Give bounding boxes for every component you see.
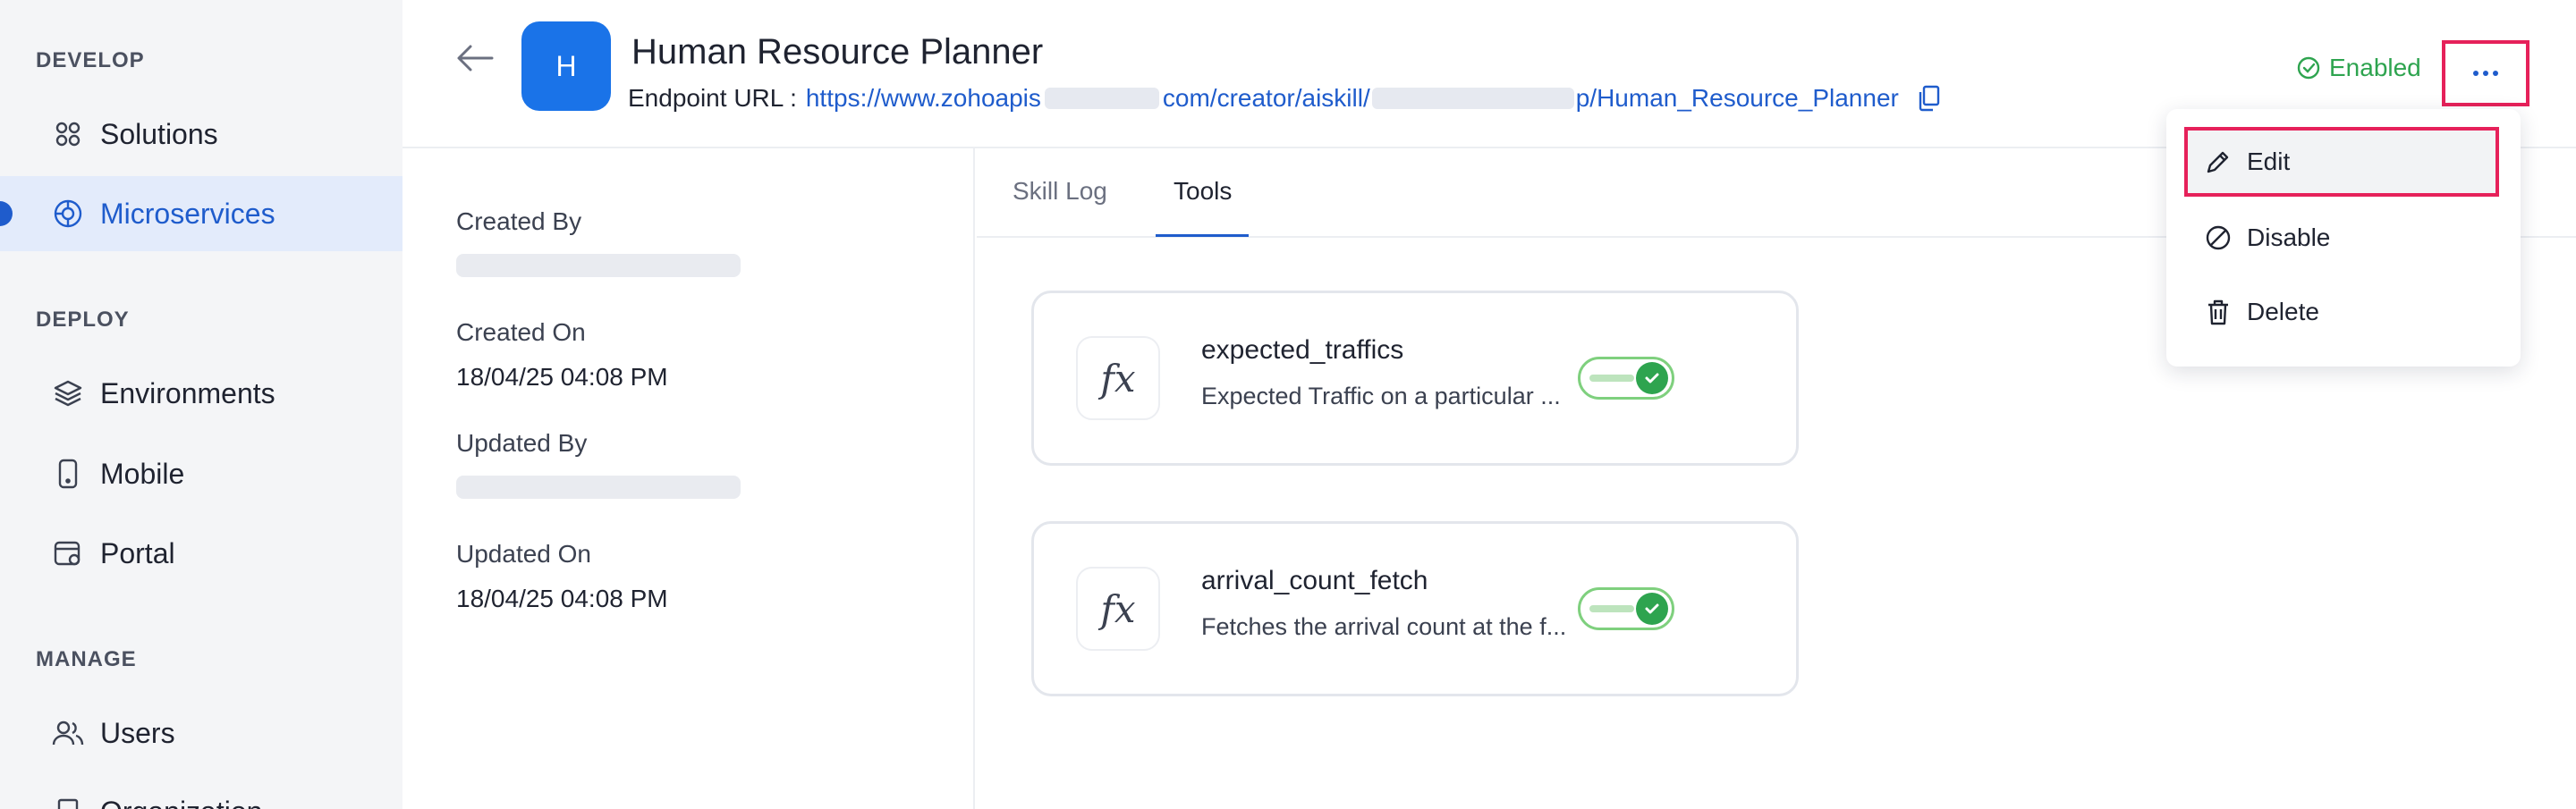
check-circle-icon bbox=[2297, 56, 2320, 80]
back-button[interactable] bbox=[454, 40, 496, 76]
menu-item-disable[interactable]: Disable bbox=[2184, 203, 2499, 273]
menu-item-edit[interactable]: Edit bbox=[2184, 127, 2499, 197]
tool-name: expected_traffics bbox=[1201, 335, 1404, 365]
redacted-segment bbox=[1371, 88, 1574, 109]
redacted-segment bbox=[1044, 88, 1159, 109]
sidebar-item-microservices[interactable]: Microservices bbox=[0, 176, 402, 251]
organization-icon bbox=[52, 796, 84, 809]
menu-item-label: Disable bbox=[2247, 223, 2331, 251]
menu-item-label: Delete bbox=[2247, 298, 2319, 325]
endpoint-url-part2[interactable]: com/creator/aiskill/ bbox=[1163, 84, 1370, 113]
created-on-value: 18/04/25 04:08 PM bbox=[456, 363, 668, 391]
sidebar-item-label: Mobile bbox=[100, 457, 185, 490]
sidebar-item-organization[interactable]: Organization bbox=[0, 774, 402, 809]
tool-enabled-toggle[interactable] bbox=[1578, 587, 1674, 630]
toggle-track bbox=[1589, 605, 1634, 612]
menu-item-label: Edit bbox=[2247, 147, 2291, 175]
microservice-icon bbox=[52, 198, 84, 230]
mobile-icon bbox=[52, 458, 84, 490]
created-by-label: Created By bbox=[456, 207, 582, 235]
sidebar-item-label: Solutions bbox=[100, 117, 218, 150]
sidebar-item-label: Portal bbox=[100, 536, 175, 569]
more-options-menu: Edit Disable Delete bbox=[2166, 109, 2521, 367]
sidebar-item-solutions[interactable]: Solutions bbox=[0, 97, 402, 172]
arrow-left-icon bbox=[457, 45, 494, 72]
sidebar-item-label: Microservices bbox=[100, 197, 275, 230]
status-text: Enabled bbox=[2329, 54, 2421, 81]
tool-card[interactable]: fx expected_traffics Expected Traffic on… bbox=[1031, 291, 1799, 466]
app-root: DEVELOP Solutions Microservices DEPLOY E… bbox=[0, 0, 2576, 809]
toggle-track bbox=[1589, 375, 1634, 382]
tool-name: arrival_count_fetch bbox=[1201, 566, 1428, 595]
sidebar-item-label: Users bbox=[100, 716, 175, 749]
tab-skill-log[interactable]: Skill Log bbox=[1013, 177, 1107, 206]
disable-icon bbox=[2204, 223, 2233, 252]
updated-by-redacted bbox=[456, 476, 741, 499]
pencil-icon bbox=[2204, 147, 2233, 176]
sidebar-section-deploy: DEPLOY bbox=[36, 308, 130, 332]
endpoint-label: Endpoint URL : bbox=[628, 84, 797, 112]
details-panel: Created By Created On 18/04/25 04:08 PM … bbox=[402, 148, 975, 809]
updated-on-label: Updated On bbox=[456, 540, 591, 568]
tab-tools[interactable]: Tools bbox=[1174, 177, 1232, 206]
sidebar-item-environments[interactable]: Environments bbox=[0, 356, 402, 431]
sidebar-item-label: Organization bbox=[100, 796, 262, 809]
endpoint-row: Endpoint URL : https://www.zohoapis com/… bbox=[628, 84, 1940, 113]
created-on-label: Created On bbox=[456, 318, 586, 346]
menu-item-delete[interactable]: Delete bbox=[2184, 277, 2499, 347]
copy-icon[interactable] bbox=[1917, 85, 1940, 112]
avatar: H bbox=[521, 21, 611, 111]
created-by-redacted bbox=[456, 254, 741, 277]
tool-description: Fetches the arrival count at the f... bbox=[1201, 613, 1567, 640]
page-title: Human Resource Planner bbox=[631, 32, 1044, 72]
sidebar-item-label: Environments bbox=[100, 376, 275, 409]
portal-icon bbox=[52, 537, 84, 569]
sidebar: DEVELOP Solutions Microservices DEPLOY E… bbox=[0, 0, 402, 809]
users-icon bbox=[52, 717, 84, 749]
trash-icon bbox=[2204, 298, 2233, 326]
sidebar-item-portal[interactable]: Portal bbox=[0, 516, 402, 591]
endpoint-url-part1[interactable]: https://www.zohoapis bbox=[806, 84, 1041, 113]
sidebar-item-users[interactable]: Users bbox=[0, 695, 402, 771]
active-tab-indicator bbox=[1156, 234, 1249, 237]
active-indicator bbox=[0, 201, 13, 226]
grid-icon bbox=[52, 118, 84, 150]
updated-by-label: Updated By bbox=[456, 429, 588, 457]
sidebar-section-develop: DEVELOP bbox=[36, 48, 145, 72]
tool-description: Expected Traffic on a particular ... bbox=[1201, 383, 1561, 409]
tool-card[interactable]: fx arrival_count_fetch Fetches the arriv… bbox=[1031, 521, 1799, 696]
endpoint-url-part3[interactable]: p/Human_Resource_Planner bbox=[1576, 84, 1899, 113]
function-icon: fx bbox=[1076, 336, 1160, 420]
sidebar-section-manage: MANAGE bbox=[36, 647, 137, 671]
sidebar-item-mobile[interactable]: Mobile bbox=[0, 436, 402, 511]
more-options-button[interactable] bbox=[2442, 40, 2529, 106]
tool-enabled-toggle[interactable] bbox=[1578, 357, 1674, 400]
check-icon bbox=[1636, 362, 1668, 394]
updated-on-value: 18/04/25 04:08 PM bbox=[456, 585, 668, 612]
layers-icon bbox=[52, 377, 84, 409]
status-badge: Enabled bbox=[2297, 54, 2421, 82]
check-icon bbox=[1636, 593, 1668, 625]
function-icon: fx bbox=[1076, 567, 1160, 651]
more-icon bbox=[2473, 71, 2498, 76]
